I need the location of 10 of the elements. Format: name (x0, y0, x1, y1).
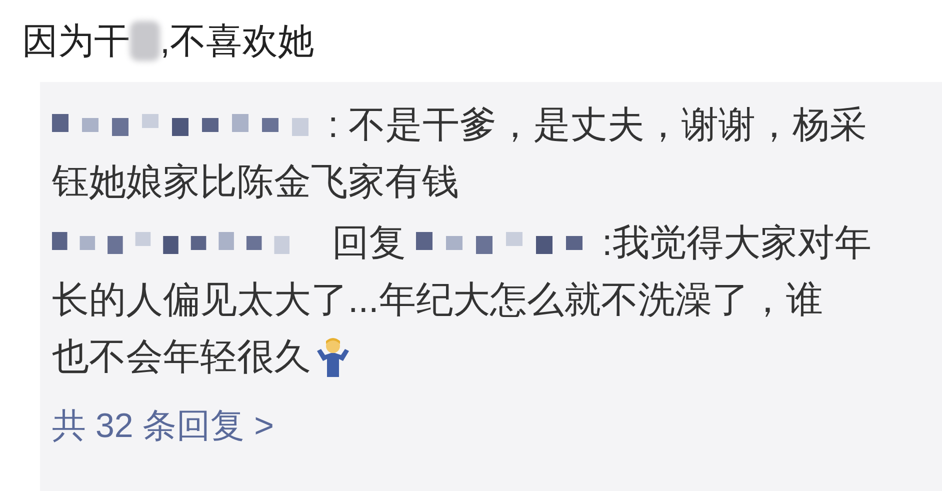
comment-text: 也不会年轻很久 (52, 335, 311, 379)
view-replies-link[interactable]: 共 32 条回复 > (52, 403, 274, 449)
reply-label: 回复 (332, 221, 406, 265)
comment-text: 长的人偏见太大了...年纪大怎么就不洗澡了，谁 (52, 278, 823, 322)
comment-text: :我觉得大家对年 (602, 221, 872, 265)
post-title: ,不喜欢她 (160, 18, 314, 62)
comment-text: 钰她娘家比陈金飞家有钱 (52, 160, 459, 204)
post-title: 因为干 (22, 18, 130, 62)
comment-text: : 不是干爹，是丈夫，谢谢，杨采 (328, 103, 867, 147)
blurred-character (130, 21, 160, 61)
